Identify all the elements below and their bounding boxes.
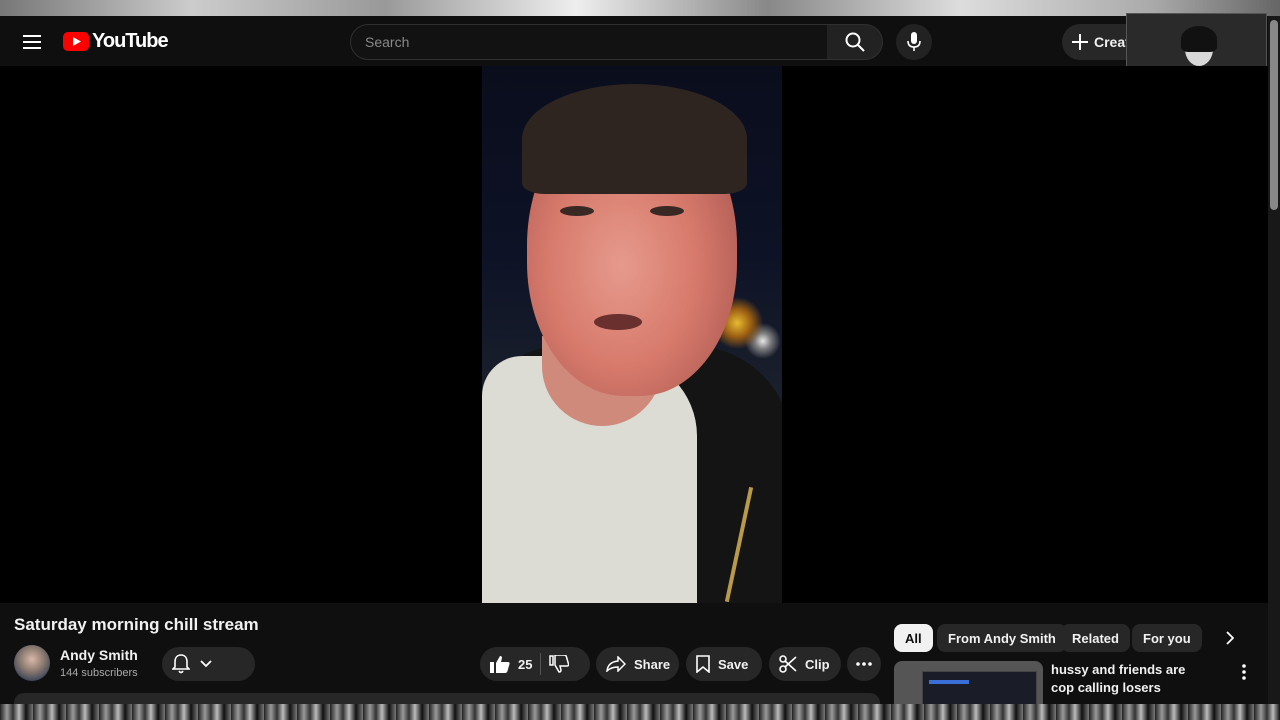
share-arrow-icon [606,656,626,672]
more-vert-icon [1242,664,1246,680]
like-dislike-group: 25 [480,647,590,681]
youtube-logo[interactable]: YouTube [63,30,169,53]
video-frame[interactable] [482,66,782,603]
person-hair [522,84,747,194]
masthead: YouTube Creat [0,16,1280,66]
person-mouth [594,314,642,330]
person-eye-right [650,206,684,216]
description-box[interactable] [14,693,880,704]
subscriber-count: 144 subscribers [60,667,138,679]
more-actions-button[interactable] [847,647,881,681]
recommendation-menu-button[interactable] [1232,660,1256,684]
chip-related[interactable]: Related [1061,624,1130,652]
logo-text: YouTube [92,30,169,52]
video-title: Saturday morning chill stream [14,615,259,634]
save-label: Save [718,656,749,672]
recommendation-title[interactable]: hussy and friends are cop calling losers [1051,661,1211,697]
chips-next-button[interactable] [1216,624,1244,652]
chip-all[interactable]: All [894,624,933,652]
save-button[interactable]: Save [686,647,762,681]
share-button[interactable]: Share [596,647,679,681]
chip-for-you[interactable]: For you [1132,624,1202,652]
like-divider [540,653,542,675]
voice-search-button[interactable] [896,24,932,60]
plus-icon [1072,34,1088,50]
recommendation-thumbnail[interactable] [894,661,1043,704]
search-input[interactable] [365,34,827,50]
thumbs-up-icon[interactable] [490,655,510,673]
create-label: Creat [1094,34,1130,50]
thumbs-down-icon[interactable] [549,655,570,673]
clip-button[interactable]: Clip [769,647,841,681]
more-horiz-icon [856,662,872,666]
webcam-person-hair [1181,26,1217,52]
search-icon [845,32,865,52]
notification-button[interactable] [162,647,255,681]
channel-name[interactable]: Andy Smith [60,647,138,663]
person-eye-left [560,206,594,216]
page-scrollbar[interactable] [1268,16,1280,704]
youtube-play-icon [63,32,89,51]
channel-avatar[interactable] [14,645,50,681]
chevron-right-icon [1226,631,1234,645]
search-box[interactable] [350,24,828,60]
like-count[interactable]: 25 [518,657,532,672]
chevron-down-icon [200,660,212,668]
thumbnail-screenshot-graphic [922,671,1037,704]
search-button[interactable] [827,24,883,60]
share-label: Share [634,656,671,672]
top-desktop-strip [0,0,1280,16]
hamburger-icon [23,35,41,49]
clip-label: Clip [805,656,830,672]
scissors-icon [779,655,797,673]
bottom-desktop-strip [0,704,1280,720]
bell-icon [172,654,190,674]
guide-menu-button[interactable] [14,24,50,60]
mic-icon [907,32,921,51]
scrollbar-thumb[interactable] [1270,20,1278,210]
chip-from-channel[interactable]: From Andy Smith [937,624,1067,652]
bookmark-icon [696,655,710,673]
video-player[interactable] [0,66,1268,603]
